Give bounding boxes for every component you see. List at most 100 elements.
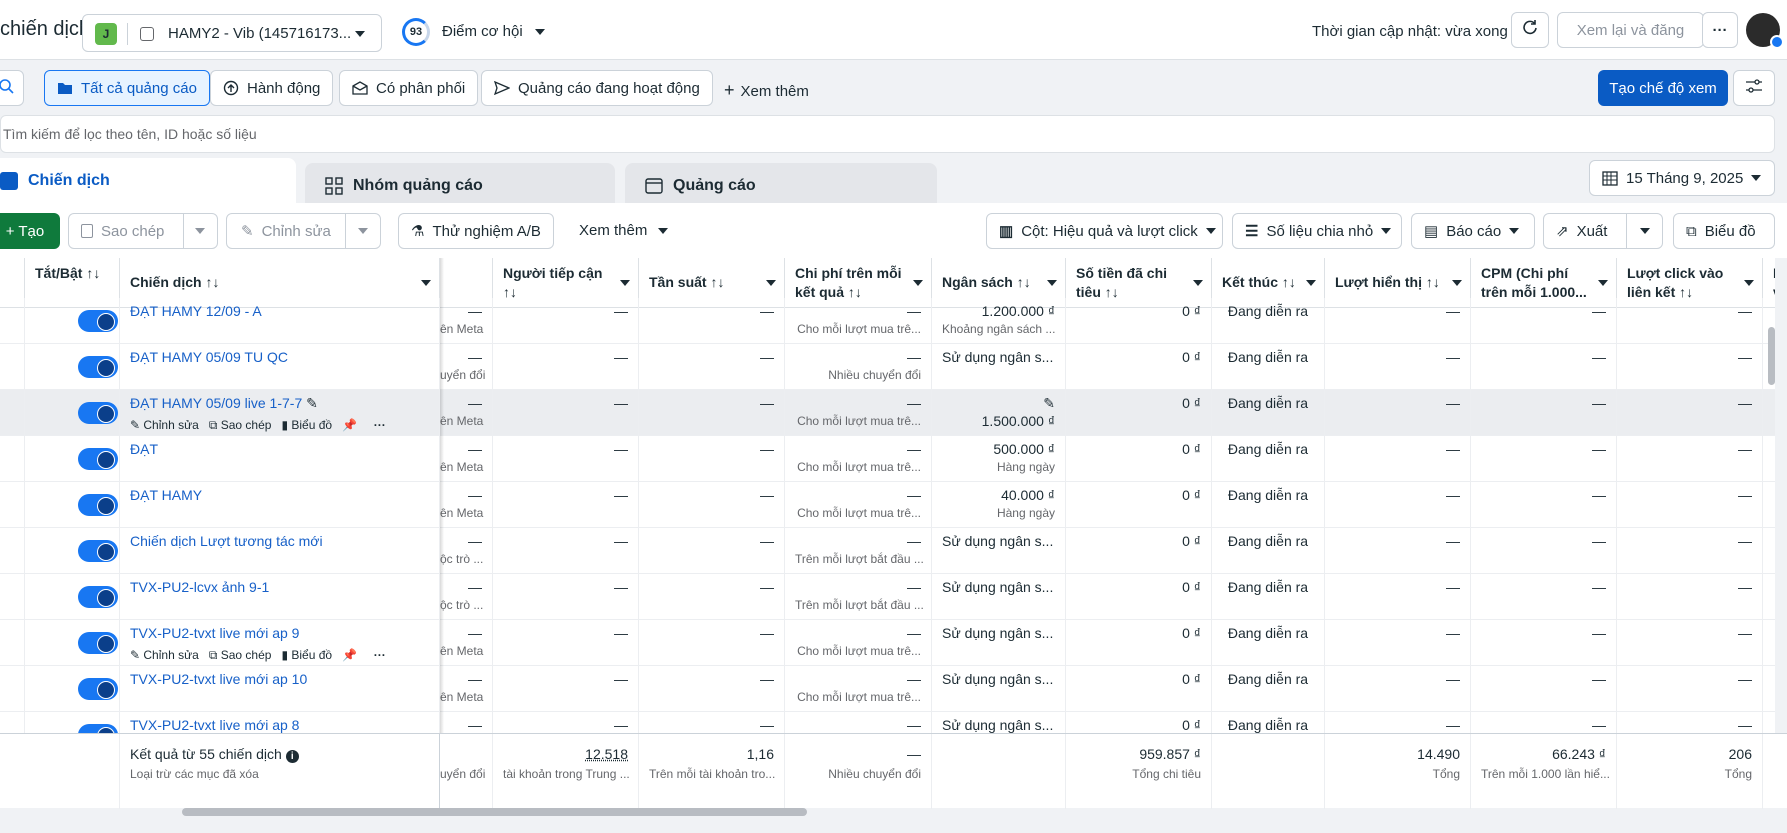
chevron-down-icon [358, 228, 368, 234]
report-icon: ▤ [1424, 223, 1439, 240]
campaign-icon [0, 172, 18, 190]
budget-value[interactable]: 1.500.000 ₫ [942, 412, 1055, 430]
campaign-name-link[interactable]: ĐẠT HAMY [130, 487, 202, 503]
edit-button[interactable]: ✎ Chỉnh sửa [226, 213, 381, 249]
breakdown-dropdown[interactable]: ☰ Số liệu chia nhỏ [1232, 213, 1402, 249]
search-input[interactable]: Tìm kiếm để lọc theo tên, ID hoặc số liệ… [0, 115, 1775, 153]
table-row[interactable]: TVX-PU2-tvxt live mới ap 10— ên Meta — — — Ch… [0, 666, 1775, 712]
more-icon[interactable]: ··· [374, 648, 386, 662]
campaign-toggle[interactable] [78, 540, 118, 562]
table-row[interactable]: TVX-PU2-tvxt live mới ap 9 ✎ Chỉnh sửa ⧉ … [0, 620, 1775, 666]
more-icon[interactable]: ··· [374, 418, 386, 432]
total-results-label: Kết quả từ 55 chiến dịch [130, 746, 282, 762]
campaign-toggle[interactable] [78, 586, 118, 608]
campaign-name-link[interactable]: TVX-PU2-tvxt live mới ap 10 [130, 671, 307, 687]
campaign-name-link[interactable]: TVX-PU2-tvxt live mới ap 8 [130, 717, 299, 733]
columns-dropdown[interactable]: ▥ Cột: Hiệu quả và lượt click [986, 213, 1223, 249]
filter-actions[interactable]: Hành động [210, 70, 334, 106]
total-spent: 959.857 ₫ Tổng chi tiêu [1066, 734, 1212, 809]
campaign-name-link[interactable]: Chiến dịch Lượt tương tác mới [130, 533, 323, 549]
filter-all-ads[interactable]: Tất cả quảng cáo [44, 70, 210, 106]
opportunity-score-button[interactable]: Điểm cơ hội [442, 23, 545, 40]
campaign-name-link[interactable]: TVX-PU2-lcvx ảnh 9-1 [130, 579, 269, 595]
folder-icon [58, 83, 72, 94]
table-row[interactable]: ĐẠT — ên Meta — — — Cho mỗi lượt mua trê... 500… [0, 436, 1775, 482]
toolbar-see-more[interactable]: Xem thêm [579, 222, 668, 239]
campaign-name-link[interactable]: ĐẠT HAMY 05/09 TU QC [130, 349, 288, 365]
copy-button[interactable]: Sao chép [68, 213, 218, 249]
filter-active-ads[interactable]: Quảng cáo đang hoạt động [481, 70, 713, 106]
copy-icon [81, 224, 93, 238]
filter-see-more[interactable]: + Xem thêm [724, 80, 809, 101]
campaign-toggle[interactable] [78, 310, 118, 332]
flask-icon: ⚗ [411, 223, 425, 240]
row-edit-action[interactable]: ✎ Chỉnh sửa [130, 648, 199, 662]
chevron-down-icon [421, 280, 431, 286]
refresh-button[interactable] [1511, 12, 1549, 48]
campaign-name-link[interactable]: ĐẠT [130, 441, 158, 457]
toolbar: + Tạo Sao chép ✎ Chỉnh sửa ⚗ Thử nghiệm … [0, 203, 1787, 258]
table-row[interactable]: ĐẠT HAMY 12/09 - A — ên Meta — — — Cho mỗi lượ… [0, 298, 1775, 344]
export-icon: ⇗ [1556, 223, 1569, 240]
export-button[interactable]: ⇗ Xuất [1543, 213, 1663, 249]
row-chart-action[interactable]: ▮ Biểu đồ [281, 418, 332, 432]
user-avatar[interactable] [1746, 13, 1784, 49]
chevron-down-icon [620, 280, 630, 286]
review-publish-button[interactable]: Xem lại và đăng [1557, 12, 1704, 48]
date-range-picker[interactable]: 15 Tháng 9, 2025 [1589, 160, 1775, 196]
campaign-toggle[interactable] [78, 448, 118, 470]
view-settings-button[interactable] [1733, 70, 1775, 106]
info-icon: i [285, 750, 299, 763]
pencil-icon[interactable]: ✎ [942, 394, 1055, 412]
total-frequency: 1,16 Trên mỗi tài khoản tro... [639, 734, 785, 809]
reports-dropdown[interactable]: ▤ Báo cáo [1411, 213, 1535, 249]
charts-button[interactable]: ⧉ Biểu đồ [1673, 213, 1775, 249]
campaign-toggle[interactable] [78, 678, 118, 700]
row-actions: ✎ Chỉnh sửa ⧉ Sao chép ▮ Biểu đồ 📌 ··· [130, 646, 429, 664]
campaign-name-link[interactable]: ĐẠT HAMY 12/09 - A [130, 303, 262, 319]
tab-campaigns[interactable]: Chiến dịch [0, 158, 296, 204]
table-row[interactable]: TVX-PU2-lcvx ảnh 9-1— ộc trò ... — — — Trên m… [0, 574, 1775, 620]
budget-value: 1.200.000 ₫ [981, 303, 1055, 319]
chevron-down-icon [1640, 228, 1650, 234]
table-row[interactable]: TVX-PU2-tvxt live mới ap 8— — — — Sử dụng ng… [0, 712, 1775, 733]
table-row[interactable]: Chiến dịch Lượt tương tác mới — ộc trò ...… [0, 528, 1775, 574]
campaign-toggle[interactable] [78, 494, 118, 516]
campaign-name-link[interactable]: TVX-PU2-tvxt live mới ap 9 [130, 625, 299, 641]
table-row[interactable]: ĐẠT HAMY 05/09 TU QC — uyển đổi — — — Nhiều ch… [0, 344, 1775, 390]
pin-icon[interactable]: 📌 [342, 648, 357, 662]
chevron-down-icon [1452, 280, 1462, 286]
create-view-button[interactable]: Tạo chế độ xem [1598, 70, 1728, 106]
campaign-toggle[interactable] [78, 632, 118, 654]
vertical-scrollbar[interactable] [1768, 327, 1775, 385]
row-copy-action[interactable]: ⧉ Sao chép [209, 418, 272, 432]
budget-value: Sử dụng ngân s... [942, 717, 1054, 733]
row-edit-action[interactable]: ✎ Chỉnh sửa [130, 418, 199, 432]
table-row[interactable]: ĐẠT HAMY 05/09 live 1-7-7 ✎ ✎ Chỉnh sửa ⧉… [0, 390, 1775, 436]
horizontal-scrollbar[interactable] [182, 808, 807, 816]
account-selector[interactable]: J HAMY2 - Vib (145716173... [82, 14, 382, 52]
row-chart-action[interactable]: ▮ Biểu đồ [281, 648, 332, 662]
opportunity-score[interactable]: 93 [402, 18, 430, 46]
more-options-button-visible[interactable]: ··· [1702, 12, 1738, 48]
chevron-down-icon [1047, 280, 1057, 286]
chevron-down-icon [913, 280, 923, 286]
refresh-icon [1523, 20, 1537, 35]
columns-icon: ▥ [999, 223, 1014, 240]
breakdown-icon: ☰ [1245, 223, 1259, 240]
pin-icon[interactable]: 📌 [342, 418, 357, 432]
create-button[interactable]: + Tạo [0, 213, 60, 249]
campaign-toggle[interactable] [78, 356, 118, 378]
campaign-name-link[interactable]: ĐẠT HAMY 05/09 live 1-7-7 [130, 395, 302, 411]
campaign-toggle[interactable] [78, 402, 118, 424]
campaign-table: Tắt/Bật ↑↓ Chiến dịch ↑↓ Người tiếp cận … [0, 258, 1775, 733]
budget-value: 40.000 ₫ [1001, 487, 1055, 503]
total-cost-per-result: — Nhiều chuyển đổi [785, 734, 932, 809]
search-toggle-button[interactable] [0, 70, 24, 106]
row-copy-action[interactable]: ⧉ Sao chép [209, 648, 272, 662]
filter-delivery[interactable]: Có phân phối [339, 70, 479, 106]
table-row[interactable]: ĐẠT HAMY — ên Meta — — — Cho mỗi lượt mua trê.… [0, 482, 1775, 528]
campaign-toggle[interactable] [78, 724, 118, 733]
pencil-icon[interactable]: ✎ [306, 395, 318, 411]
ab-test-button[interactable]: ⚗ Thử nghiệm A/B [398, 213, 554, 249]
